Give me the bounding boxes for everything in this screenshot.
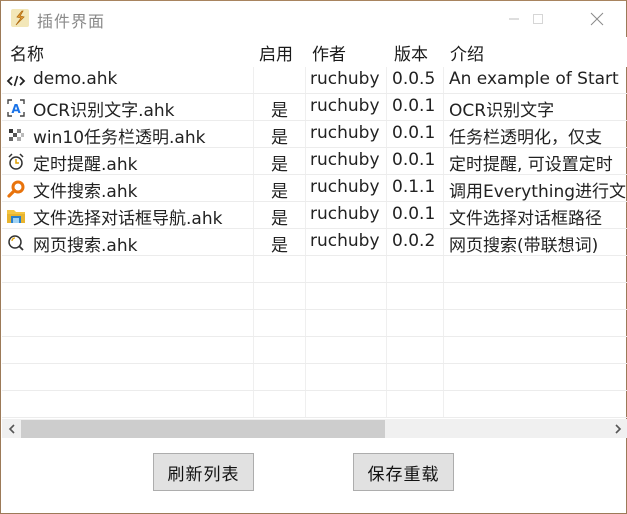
plugin-name: 文件搜索.ahk — [33, 182, 138, 202]
refresh-list-button[interactable]: 刷新列表 — [153, 453, 254, 491]
plugin-name: 定时提醒.ahk — [33, 155, 138, 175]
save-reload-button[interactable]: 保存重载 — [353, 453, 454, 491]
plugin-author: ruchuby — [310, 150, 380, 170]
close-icon — [590, 12, 604, 26]
ocr-text-icon: A — [6, 98, 26, 118]
plugin-enabled: 是 — [271, 101, 288, 121]
list-row[interactable]: 文件搜索.ahk 是 ruchuby 0.1.1 调用Everything进行文 — [2, 175, 627, 202]
maximize-button[interactable] — [515, 1, 561, 37]
list-row[interactable]: A OCR识别文字.ahk 是 ruchuby 0.0.1 OCR识别文字 — [2, 94, 627, 121]
plugin-version: 0.1.1 — [392, 177, 436, 197]
folder-icon — [6, 206, 26, 226]
scroll-left-button[interactable] — [2, 419, 21, 438]
list-header: 名称 启用 作者 版本 介绍 — [2, 37, 627, 67]
window-title: 插件界面 — [37, 12, 106, 31]
list-row[interactable]: 定时提醒.ahk 是 ruchuby 0.0.1 定时提醒, 可设置定时 — [2, 148, 627, 175]
plugin-description: 调用Everything进行文 — [449, 182, 627, 202]
chevron-left-icon — [8, 423, 15, 434]
horizontal-scrollbar[interactable] — [2, 419, 627, 438]
alarm-clock-icon — [6, 152, 26, 172]
close-button[interactable] — [574, 1, 620, 37]
list-row[interactable]: win10任务栏透明.ahk 是 ruchuby 0.0.1 任务栏透明化，仅支 — [2, 121, 627, 148]
plugin-description: An example of Start — [449, 69, 619, 89]
orange-search-icon — [6, 179, 26, 199]
plugin-enabled: 是 — [271, 209, 288, 229]
plugin-name: 文件选择对话框导航.ahk — [33, 209, 223, 229]
empty-row — [2, 256, 627, 283]
chevron-right-icon — [614, 423, 621, 434]
plugin-author: ruchuby — [310, 69, 380, 89]
empty-row — [2, 310, 627, 337]
empty-row — [2, 283, 627, 310]
title-bar[interactable]: 插件界面 — [1, 1, 626, 37]
plugin-version: 0.0.2 — [392, 231, 436, 251]
plugin-description: OCR识别文字 — [449, 101, 555, 121]
column-header-enabled[interactable]: 启用 — [259, 40, 293, 65]
app-logo-icon — [11, 9, 29, 27]
list-row[interactable]: demo.ahk ruchuby 0.0.5 An example of Sta… — [2, 67, 627, 94]
plugin-description: 定时提醒, 可设置定时 — [449, 155, 613, 175]
plugin-window: 插件界面 名称 启用 作者 版本 介绍 demo.ahk ruchuby 0.0… — [0, 0, 627, 514]
transparency-checker-icon — [6, 125, 26, 145]
plugin-enabled: 是 — [271, 236, 288, 256]
plugin-name: demo.ahk — [33, 69, 118, 89]
plugin-version: 0.0.1 — [392, 150, 436, 170]
web-search-icon — [6, 233, 26, 253]
plugin-list[interactable]: 名称 启用 作者 版本 介绍 demo.ahk ruchuby 0.0.5 An… — [2, 37, 627, 439]
plugin-description: 文件选择对话框路径 — [449, 209, 602, 229]
column-header-author[interactable]: 作者 — [312, 40, 346, 65]
list-row[interactable]: 网页搜索.ahk 是 ruchuby 0.0.2 网页搜索(带联想词) — [2, 229, 627, 256]
plugin-author: ruchuby — [310, 177, 380, 197]
column-header-version[interactable]: 版本 — [394, 40, 428, 65]
plugin-name: OCR识别文字.ahk — [33, 101, 175, 121]
column-header-name[interactable]: 名称 — [10, 40, 44, 65]
empty-row — [2, 337, 627, 364]
column-header-description[interactable]: 介绍 — [450, 40, 484, 65]
scroll-right-button[interactable] — [608, 419, 627, 438]
plugin-enabled: 是 — [271, 155, 288, 175]
plugin-author: ruchuby — [310, 123, 380, 143]
plugin-description: 任务栏透明化，仅支 — [449, 128, 602, 148]
svg-text:A: A — [11, 102, 21, 116]
plugin-version: 0.0.1 — [392, 204, 436, 224]
plugin-version: 0.0.1 — [392, 123, 436, 143]
maximize-icon — [533, 14, 543, 24]
list-row[interactable]: 文件选择对话框导航.ahk 是 ruchuby 0.0.1 文件选择对话框路径 — [2, 202, 627, 229]
empty-row — [2, 391, 627, 418]
plugin-name: 网页搜索.ahk — [33, 236, 138, 256]
empty-row — [2, 364, 627, 391]
plugin-version: 0.0.1 — [392, 96, 436, 116]
plugin-name: win10任务栏透明.ahk — [33, 128, 206, 148]
plugin-description: 网页搜索(带联想词) — [449, 236, 599, 256]
plugin-author: ruchuby — [310, 96, 380, 116]
scrollbar-thumb[interactable] — [21, 420, 385, 438]
plugin-author: ruchuby — [310, 204, 380, 224]
plugin-author: ruchuby — [310, 231, 380, 251]
plugin-enabled: 是 — [271, 182, 288, 202]
plugin-version: 0.0.5 — [392, 69, 436, 89]
code-icon — [6, 71, 26, 91]
plugin-enabled: 是 — [271, 128, 288, 148]
